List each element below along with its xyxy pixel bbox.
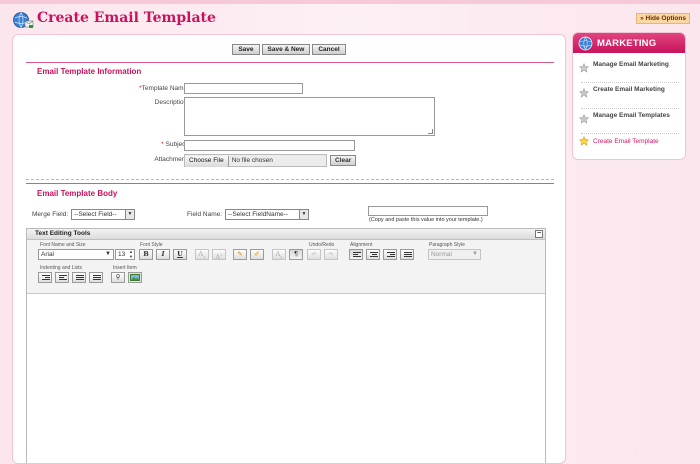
sidebar-item-label: Create Email Template <box>593 138 659 145</box>
image-glyph <box>130 274 140 281</box>
star-icon <box>579 114 589 124</box>
indenting-lists-label: Indenting and Lists <box>40 265 82 271</box>
bold-button[interactable]: B <box>139 249 153 260</box>
outdent-icon[interactable] <box>55 272 69 283</box>
highlight-icon[interactable]: ✐ <box>250 249 264 260</box>
editor-toolbar-header: Text Editing Tools − <box>27 229 545 240</box>
sidebar-item-create-email-template[interactable]: Create Email Template <box>579 136 681 146</box>
font-name-size-label: Font Name and Size <box>40 242 86 248</box>
align-left-icon[interactable] <box>349 249 363 260</box>
email-globe-icon <box>13 12 34 28</box>
font-style-label: Font Style <box>140 242 163 248</box>
field-value-output[interactable] <box>368 206 488 216</box>
info-section-title: Email Template Information <box>37 67 142 76</box>
sidebar-separator <box>581 133 679 134</box>
sidebar-title: MARKETING <box>597 38 657 49</box>
merge-field-label: Merge Field: <box>32 211 69 218</box>
undo-redo-label: Undo/Redo <box>309 242 335 248</box>
remove-format-icon[interactable]: Ax <box>272 249 286 260</box>
chevron-down-icon: ▼ <box>472 251 478 257</box>
sidebar-item-label: Manage Email Templates <box>593 112 670 119</box>
sidebar-item-manage-email-marketing[interactable]: Manage Email Marketing <box>579 60 681 73</box>
underline-button[interactable]: U <box>173 249 187 260</box>
section-divider <box>26 62 554 63</box>
section-dashed-divider <box>26 179 554 180</box>
template-name-input[interactable] <box>184 83 303 94</box>
template-name-label: *Template Name: <box>139 85 189 92</box>
chevron-down-icon: ▼ <box>105 251 111 257</box>
save-and-new-button[interactable]: Save & New <box>261 44 311 55</box>
attachment-file-input[interactable]: Choose File No file chosen <box>184 154 327 167</box>
link-icon[interactable]: ⚲ <box>111 272 125 283</box>
insert-item-label: Insert Item <box>113 265 137 271</box>
numbered-list-icon[interactable] <box>89 272 103 283</box>
clear-attachment-button[interactable]: Clear <box>330 155 357 166</box>
collapse-icon[interactable]: − <box>535 230 543 238</box>
paragraph-style-label: Paragraph Style <box>429 242 465 248</box>
description-textarea[interactable] <box>184 97 435 136</box>
paragraph-style-select[interactable]: Normal ▼ <box>428 249 481 260</box>
font-size-select[interactable]: 13 ▲ ▼ <box>115 249 135 260</box>
marketing-sidebar: MARKETING Manage Email Marketing Create … <box>572 32 686 160</box>
copy-hint-text: (Copy and paste this value into your tem… <box>369 217 483 223</box>
align-center-icon[interactable] <box>366 249 380 260</box>
pilcrow-button[interactable]: ¶ <box>289 249 303 260</box>
resize-grip-icon[interactable] <box>428 129 433 134</box>
font-name-select[interactable]: Arial ▼ <box>38 249 114 260</box>
star-icon <box>579 88 589 98</box>
align-justify-icon[interactable] <box>400 249 414 260</box>
field-name-label: Field Name: <box>187 211 223 218</box>
italic-button[interactable]: I <box>156 249 170 260</box>
undo-icon[interactable]: ↶ <box>307 249 321 260</box>
body-section-title: Email Template Body <box>37 189 118 198</box>
bullet-list-icon[interactable] <box>72 272 86 283</box>
align-right-icon[interactable] <box>383 249 397 260</box>
file-status-text: No file chosen <box>231 157 273 164</box>
image-icon[interactable] <box>128 272 142 283</box>
editor-content-area[interactable] <box>27 295 545 463</box>
hide-options-button[interactable]: » Hide Options <box>636 13 690 24</box>
star-icon <box>579 63 589 73</box>
page-header: Create Email Template » Hide Options <box>12 8 692 30</box>
cancel-button[interactable]: Cancel <box>312 44 346 55</box>
field-name-select[interactable]: --Select FieldName-- ▼ <box>225 209 309 220</box>
choose-file-button[interactable]: Choose File <box>185 156 229 167</box>
star-icon <box>579 136 589 146</box>
section-divider <box>26 183 554 184</box>
stepper-icon: ▲ ▼ <box>129 249 133 259</box>
sidebar-item-manage-email-templates[interactable]: Manage Email Templates <box>579 111 681 124</box>
redo-icon[interactable]: ↷ <box>324 249 338 260</box>
chevron-down-icon: ▼ <box>125 210 134 219</box>
sidebar-separator <box>581 108 679 109</box>
page-title: Create Email Template <box>37 10 216 26</box>
form-toolbar: Save Save & New Cancel <box>13 44 565 55</box>
globe-icon <box>578 36 593 51</box>
chevron-down-icon: ▼ <box>299 210 308 219</box>
save-button[interactable]: Save <box>232 44 260 55</box>
text-color-icon[interactable]: ✎ <box>233 249 247 260</box>
sidebar-item-label: Manage Email Marketing <box>593 61 669 68</box>
sidebar-item-label: Create Email Marketing <box>593 86 665 93</box>
sidebar-separator <box>581 82 679 83</box>
superscript-icon[interactable]: A2 <box>212 249 226 261</box>
indent-icon[interactable] <box>38 272 52 283</box>
main-panel: Save Save & New Cancel Email Template In… <box>12 34 566 464</box>
text-editor: Text Editing Tools − Font Name and Size … <box>26 228 546 463</box>
sidebar-item-create-email-marketing[interactable]: Create Email Marketing <box>579 85 681 98</box>
subscript-icon[interactable]: A2 <box>195 249 209 260</box>
editor-tools: Font Name and Size Arial ▼ 13 ▲ ▼ Font St… <box>27 240 545 294</box>
subject-input[interactable] <box>184 140 355 151</box>
sidebar-header: MARKETING <box>573 33 685 53</box>
merge-field-select[interactable]: --Select Field-- ▼ <box>71 209 135 220</box>
top-bar <box>0 0 700 4</box>
alignment-label: Alignment <box>350 242 373 248</box>
editor-title: Text Editing Tools <box>35 230 91 237</box>
